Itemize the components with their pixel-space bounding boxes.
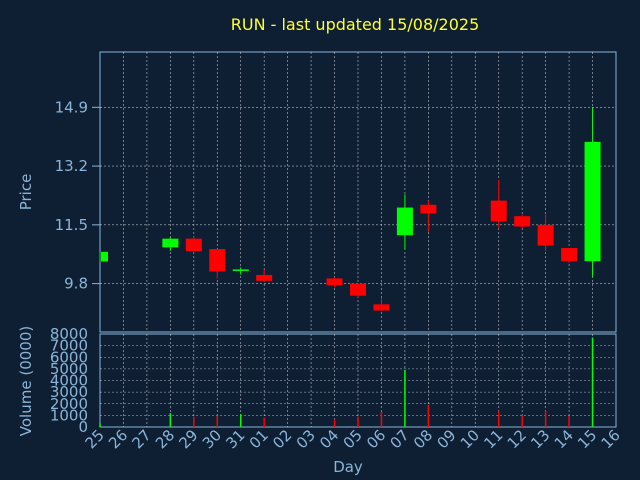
candle-30 [209,249,226,279]
x-tick-label: 05 [340,426,366,452]
candle-body [101,251,108,262]
candle-12 [514,214,531,229]
x-tick-label: 16 [598,426,624,452]
candles [99,107,601,312]
volume-bar-11 [497,410,500,427]
x-axis-label: Day [333,458,363,476]
candle-body [561,248,578,262]
candle-11 [490,179,507,229]
x-tick-label: 02 [269,426,295,452]
x-tick-label: 12 [504,426,530,452]
candle-28 [162,236,179,251]
candle-body [232,269,249,271]
volume-grid [100,334,616,427]
volume-bar-15 [591,337,594,427]
volume-bar-14 [568,415,570,427]
x-tick-label: 04 [316,426,342,452]
x-tick-label: 10 [457,426,483,452]
candle-01 [256,269,273,282]
x-tick-label: 03 [293,426,319,452]
candle-13 [537,214,554,251]
candle-body [537,224,554,246]
x-axis-ticks: 2526272829303101020304050607080910111213… [82,426,624,452]
candle-05 [350,283,366,298]
price-tick-label: 13.2 [55,157,88,175]
volume-bar-07 [404,370,406,427]
x-tick-label: 29 [175,426,201,452]
x-tick-label: 06 [363,426,389,452]
candle-body [490,200,507,222]
candle-15 [584,107,601,277]
candle-body [256,274,273,281]
volume-bar-28 [169,413,172,427]
volume-bar-01 [263,417,265,427]
candlestick-volume-chart: RUN - last updated 15/08/2025 9.8 11.5 13.… [17,15,624,476]
candle-body [350,283,366,296]
candle-body [420,204,437,214]
price-tick-label: 9.8 [64,275,88,293]
candle-29 [185,236,202,252]
candle-body [326,278,343,286]
x-tick-label: 01 [246,426,272,452]
candle-body [162,238,179,248]
volume-bar-13 [544,410,547,427]
volume-bar-29 [193,416,195,427]
x-tick-label: 30 [199,426,225,452]
volume-bar-04 [333,418,336,427]
candle-04 [326,277,343,288]
volume-bar-31 [239,414,242,427]
candle-body [373,304,390,311]
x-tick-label: 08 [410,426,436,452]
x-tick-label: 31 [222,426,248,452]
candle-08 [420,200,437,232]
volume-bar-08 [427,404,430,427]
volume-tick-label: 8000 [50,325,88,343]
x-tick-label: 28 [152,426,178,452]
x-tick-label: 11 [480,426,506,452]
price-y-ticks: 9.8 11.5 13.2 14.9 [55,98,100,293]
x-tick-label: 15 [574,426,600,452]
x-tick-label: 07 [387,426,413,452]
candle-31 [232,267,249,275]
x-tick-label: 26 [105,426,131,452]
candle-14 [561,248,578,263]
volume-axis-label: Volume (0000) [17,326,35,436]
volume-bar-25 [99,423,101,427]
volume-bar-12 [521,415,523,427]
x-tick-label: 09 [433,426,459,452]
candle-body [209,249,226,272]
x-tick-label: 13 [527,426,553,452]
candle-body [584,141,601,262]
candle-06 [373,298,390,312]
candle-25 [99,251,108,262]
x-tick-label: 27 [129,426,155,452]
candle-body [514,216,531,227]
candle-07 [396,194,413,250]
volume-bar-30 [216,415,219,427]
price-tick-label: 14.9 [55,98,88,116]
volume-bars [99,337,594,427]
volume-bar-05 [357,416,359,427]
price-tick-label: 11.5 [55,216,88,234]
x-tick-label: 14 [551,426,577,452]
volume-y-ticks: 010002000300040005000600070008000 [50,325,88,436]
volume-bar-06 [380,411,383,427]
chart-title: RUN - last updated 15/08/2025 [231,15,480,34]
price-axis-label: Price [17,174,35,211]
candle-body [185,238,202,252]
candle-body [396,207,413,236]
